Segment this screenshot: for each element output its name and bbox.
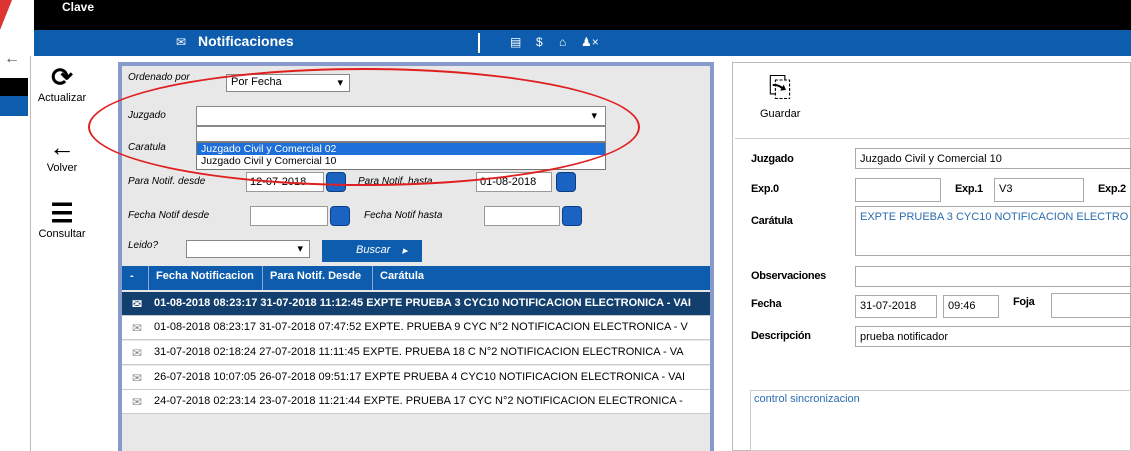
detail-caratula-label: Carátula [751, 215, 793, 227]
detail-court-input[interactable]: Juzgado Civil y Comercial 10 [855, 148, 1131, 169]
desc-label: Descripción [751, 330, 811, 342]
to-label: Para Notif. hasta [358, 176, 433, 187]
date-input[interactable]: 31-07-2018 [855, 295, 937, 318]
table-header: - Fecha Notificacion Para Notif. Desde C… [122, 266, 710, 290]
column-header: - [130, 270, 134, 282]
column-divider [262, 266, 263, 290]
toolbar-divider [478, 33, 480, 53]
refresh-button[interactable]: ⟳ Actualizar [31, 62, 93, 104]
play-icon: ▸ [402, 245, 408, 257]
desc-input[interactable]: prueba notificador [855, 326, 1131, 347]
save-button[interactable]: ⎘ [760, 70, 800, 104]
detail-divider [735, 138, 1131, 139]
obs-input[interactable] [855, 266, 1131, 287]
envelope-icon: ✉ [132, 371, 143, 385]
row-text: 31-07-2018 02:18:24 27-07-2018 11:11:45 … [154, 346, 684, 358]
foja-label: Foja [1013, 296, 1035, 308]
table-row[interactable]: ✉ 01-08-2018 08:23:17 31-07-2018 11:12:4… [122, 292, 710, 316]
obs-label: Observaciones [751, 270, 826, 282]
left-edge-black [0, 78, 28, 96]
refresh-icon: ⟳ [51, 62, 73, 92]
table-row[interactable]: ✉ 01-08-2018 08:23:17 31-07-2018 07:47:5… [122, 316, 710, 340]
left-divider [30, 56, 31, 451]
envelope-icon: ✉ [132, 297, 143, 311]
exp0-input[interactable] [855, 178, 941, 202]
document-icon[interactable]: ▤ [510, 35, 521, 49]
arrow-left-icon: ← [49, 132, 75, 162]
chevron-down-icon: ▾ [297, 243, 303, 255]
left-edge-blue [0, 96, 28, 116]
column-divider [372, 266, 373, 290]
table-row[interactable]: ✉ 24-07-2018 02:23:14 23-07-2018 11:21:4… [122, 390, 710, 414]
row-text: 24-07-2018 02:23:14 23-07-2018 11:21:44 … [154, 395, 683, 407]
order-value: Por Fecha [231, 76, 282, 88]
calendar-icon[interactable] [562, 206, 582, 226]
court-select[interactable]: ▾ [196, 106, 606, 126]
column-header[interactable]: Para Notif. Desde [270, 270, 361, 282]
notif-to-input[interactable] [484, 206, 560, 226]
order-select[interactable]: Por Fecha ▾ [226, 74, 350, 92]
from-label: Para Notif. desde [128, 176, 206, 187]
read-label: Leido? [128, 240, 159, 251]
dollar-icon[interactable]: $ [536, 35, 543, 49]
court-option[interactable]: Juzgado Civil y Comercial 02 [197, 143, 605, 155]
row-text: 01-08-2018 08:23:17 31-07-2018 07:47:52 … [154, 321, 688, 333]
exp0-label: Exp.0 [751, 183, 779, 195]
column-divider [148, 266, 149, 290]
court-option[interactable]: Juzgado Civil y Comercial 10 [197, 155, 605, 167]
query-label: Consultar [38, 228, 86, 240]
corner-accent [0, 0, 12, 30]
time-input[interactable]: 09:46 [943, 295, 999, 318]
list-icon: ☰ [50, 198, 74, 228]
from-date-input[interactable]: 12-07-2018 [246, 172, 324, 192]
calendar-icon[interactable] [330, 206, 350, 226]
save-icon: ⎘ [768, 71, 792, 102]
notification-icon: ✉ [176, 35, 187, 49]
search-label: Buscar [356, 244, 391, 256]
table-row[interactable]: ✉ 31-07-2018 02:18:24 27-07-2018 11:11:4… [122, 341, 710, 365]
detail-caratula-input[interactable]: EXPTE PRUEBA 3 CYC10 NOTIFICACION ELECTR… [855, 206, 1131, 256]
caratula-label: Caratula [128, 142, 166, 153]
chevron-down-icon: ▾ [591, 110, 597, 122]
user-remove-icon[interactable]: ♟× [581, 35, 599, 49]
back-label: Volver [46, 162, 78, 174]
calendar-icon[interactable] [556, 172, 576, 192]
notif-from-input[interactable] [250, 206, 328, 226]
home-icon[interactable]: ⌂ [559, 35, 566, 49]
refresh-label: Actualizar [37, 92, 87, 104]
browser-back-icon[interactable]: ← [4, 50, 20, 68]
exp1-label: Exp.1 [955, 183, 983, 195]
page-title: Notificaciones [198, 33, 294, 49]
row-text: 01-08-2018 08:23:17 31-07-2018 11:12:45 … [154, 297, 691, 309]
order-label: Ordenado por [128, 72, 190, 83]
top-bar [0, 0, 1131, 30]
search-button[interactable]: Buscar ▸ [322, 240, 422, 262]
notif-to-label: Fecha Notif hasta [364, 210, 443, 221]
court-label: Juzgado [128, 110, 166, 121]
back-button[interactable]: ← Volver [31, 132, 93, 174]
query-button[interactable]: ☰ Consultar [31, 198, 93, 240]
save-label: Guardar [760, 108, 801, 120]
read-select[interactable]: ▾ [186, 240, 310, 258]
date-label: Fecha [751, 298, 782, 310]
table-row[interactable]: ✉ 26-07-2018 10:07:05 26-07-2018 09:51:1… [122, 366, 710, 390]
notif-from-label: Fecha Notif desde [128, 210, 210, 221]
to-date-input[interactable]: 01-08-2018 [476, 172, 552, 192]
envelope-icon: ✉ [132, 321, 143, 335]
foja-input[interactable] [1051, 293, 1131, 318]
court-select-blank-option[interactable] [196, 126, 606, 142]
app-label: Clave [62, 0, 95, 14]
calendar-icon[interactable] [326, 172, 346, 192]
envelope-icon: ✉ [132, 395, 143, 409]
exp1-input[interactable]: V3 [994, 178, 1084, 202]
court-dropdown-list: Juzgado Civil y Comercial 02 Juzgado Civ… [196, 142, 606, 170]
row-text: 26-07-2018 10:07:05 26-07-2018 09:51:17 … [154, 371, 686, 383]
detail-court-label: Juzgado [751, 153, 794, 165]
control-textarea[interactable]: control sincronizacion [750, 390, 1131, 451]
column-header[interactable]: Fecha Notificacion [156, 270, 254, 282]
exp2-label: Exp.2 [1098, 183, 1126, 195]
column-header[interactable]: Carátula [380, 270, 424, 282]
chevron-down-icon: ▾ [337, 77, 343, 89]
envelope-icon: ✉ [132, 346, 143, 360]
